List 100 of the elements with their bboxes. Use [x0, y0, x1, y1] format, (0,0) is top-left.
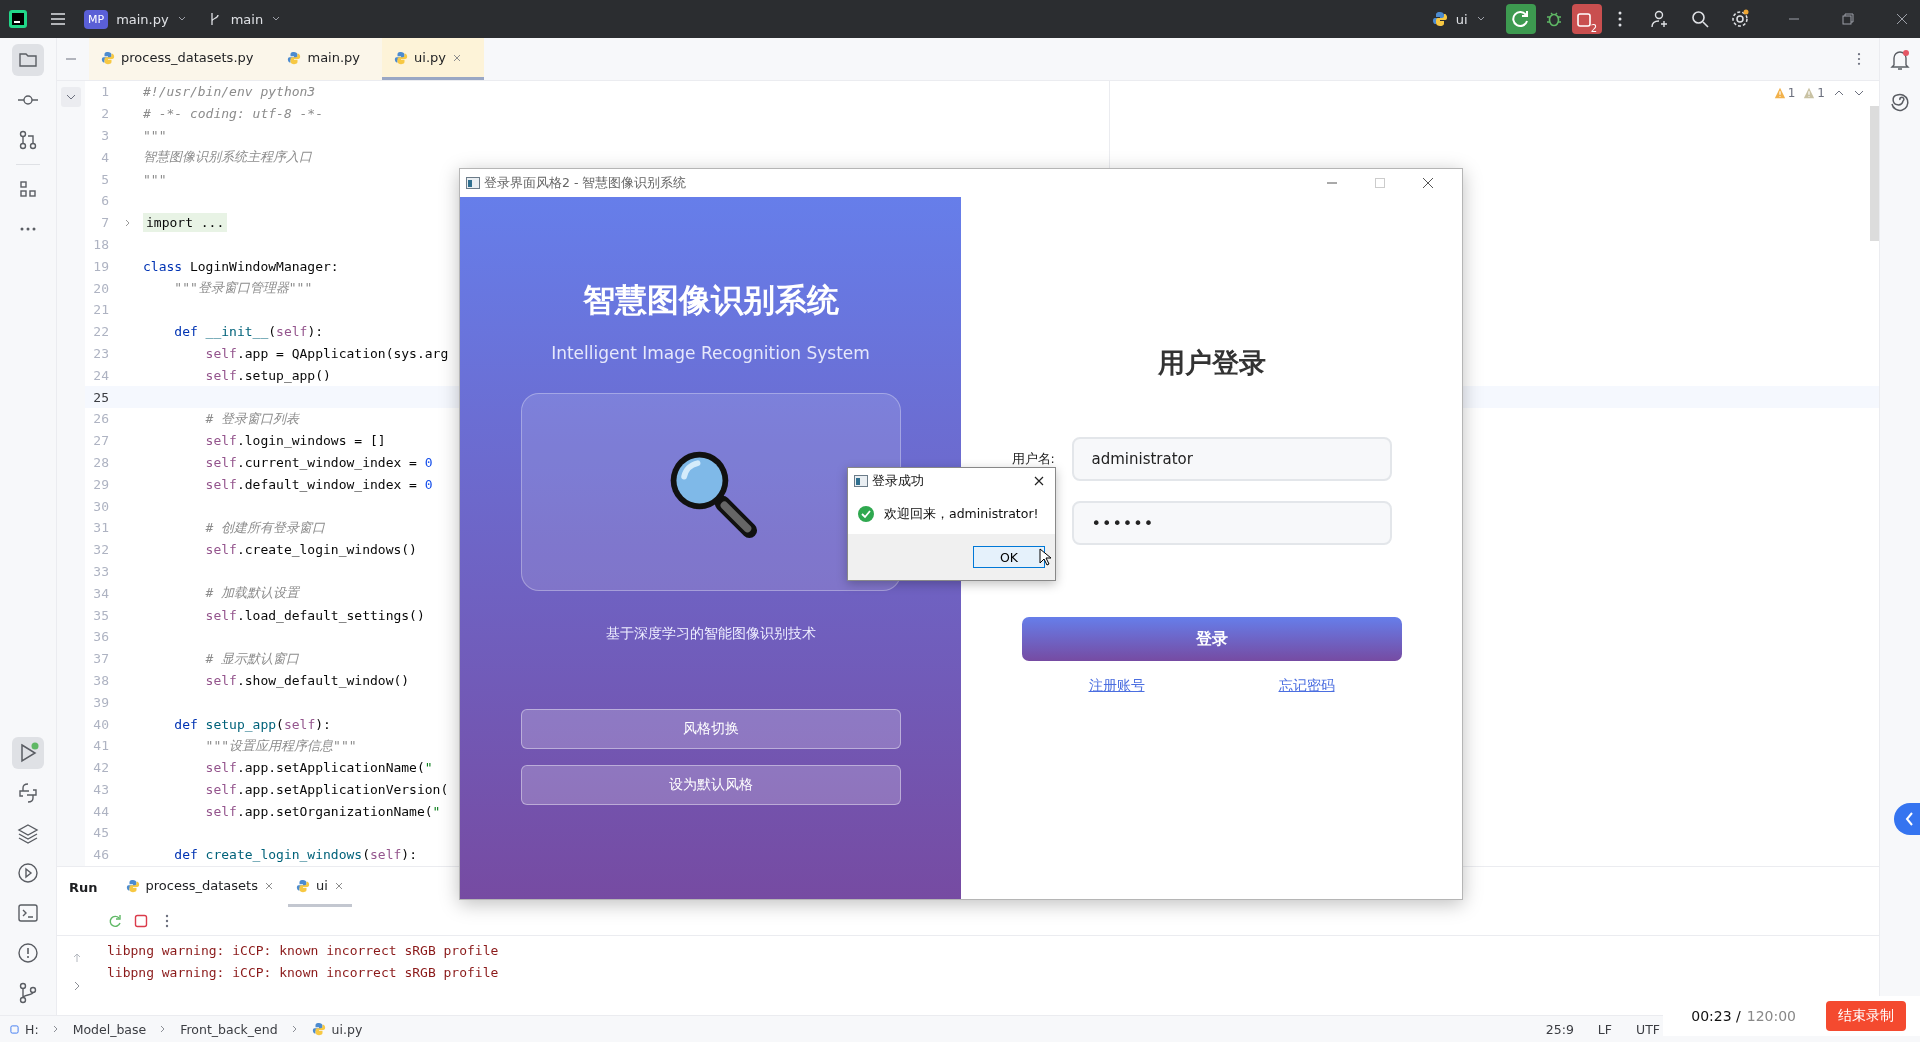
stop-button[interactable]: 2	[1571, 4, 1602, 34]
add-user-icon[interactable]	[1650, 9, 1670, 29]
code-line: self.load_default_settings()	[204, 607, 425, 623]
tagline: 基于深度学习的智能图像识别技术	[605, 625, 816, 643]
brand-title: 智慧图像识别系统	[582, 280, 839, 321]
line-number: 28	[92, 454, 109, 470]
warning-count[interactable]: 1	[1803, 86, 1825, 100]
window-title: 登录界面风格2 - 智慧图像识别系统	[484, 174, 687, 192]
editor-tab[interactable]: process_datasets.py	[89, 38, 276, 80]
breadcrumb[interactable]: Front_back_end	[180, 1021, 278, 1037]
project-selector[interactable]: main.py	[116, 11, 169, 27]
code-line: #!/usr/bin/env python3	[142, 84, 316, 100]
code-line: """设置应用程序信息"""	[204, 736, 357, 755]
code-line: self.current_window_index = 0	[204, 454, 433, 470]
ok-button[interactable]: OK	[973, 546, 1045, 568]
username-field[interactable]: administrator	[1071, 437, 1392, 481]
line-number: 24	[92, 367, 109, 383]
editor-tab[interactable]: main.py	[275, 38, 383, 80]
line-number: 6	[100, 193, 109, 209]
line-ending[interactable]: LF	[1597, 1021, 1612, 1037]
mouse-cursor-icon	[1039, 548, 1051, 566]
python-file-icon	[394, 50, 409, 65]
code-line: # 登录窗口列表	[204, 409, 300, 428]
console-output-line: libpng warning: iCCP: known incorrect sRGB profile	[107, 964, 499, 982]
code-line: self.app.setApplicationVersion(	[204, 781, 449, 797]
folder-icon[interactable]	[12, 44, 44, 76]
code-line: class LoginWindowManager:	[142, 258, 339, 274]
stop-recording-button[interactable]: 结束录制	[1826, 1001, 1906, 1031]
line-number: 43	[92, 781, 109, 797]
line-number: 38	[92, 672, 109, 688]
scrollbar-thumb[interactable]	[1870, 106, 1879, 241]
settings-icon[interactable]	[1730, 9, 1750, 29]
line-number: 33	[92, 563, 109, 579]
code-line: self.show_default_window()	[204, 672, 410, 688]
close-icon[interactable]	[1033, 475, 1045, 487]
line-number: 21	[92, 302, 109, 318]
code-line: """	[142, 171, 167, 187]
password-field[interactable]: ••••••	[1071, 501, 1392, 545]
line-number: 19	[92, 258, 109, 274]
line-number: 23	[92, 345, 109, 361]
project-badge: MP	[84, 9, 109, 29]
code-line: """	[142, 128, 167, 143]
code-line: def setup_app(self):	[173, 716, 331, 732]
python-file-icon	[295, 878, 310, 893]
line-number: 42	[92, 760, 109, 776]
code-line: def __init__(self):	[173, 324, 324, 340]
check-circle-icon	[858, 506, 874, 522]
code-line: """登录窗口管理器"""	[173, 279, 313, 298]
chevron-left-icon[interactable]	[1894, 803, 1920, 835]
line-number: 4	[100, 149, 109, 165]
line-number: 26	[92, 411, 109, 427]
brand-subtitle: Intelligent Image Recognition System	[551, 343, 870, 363]
line-number: 35	[92, 607, 109, 623]
link[interactable]: 忘记密码	[1278, 677, 1335, 695]
editor-tab[interactable]: ui.py	[382, 38, 484, 80]
run-panel-title: Run	[69, 879, 98, 895]
link[interactable]: 注册账号	[1088, 677, 1145, 695]
run-tab[interactable]: process_datasets	[117, 867, 282, 907]
username-label: 用户名:	[1011, 450, 1056, 468]
line-number: 25	[92, 389, 109, 405]
line-number: 22	[92, 324, 109, 340]
line-number: 2	[100, 106, 109, 122]
branch-selector[interactable]: main	[230, 11, 264, 27]
breadcrumb[interactable]: H:	[25, 1021, 39, 1037]
stop-icon[interactable]	[133, 913, 149, 929]
line-number: 30	[92, 498, 109, 514]
code-line: # -*- coding: utf-8 -*-	[142, 106, 323, 122]
total-time: 120:00	[1746, 1008, 1796, 1024]
code-line: self.setup_app()	[204, 367, 331, 383]
python-icon	[1431, 11, 1448, 27]
line-number: 46	[92, 847, 109, 863]
rerun-icon[interactable]	[1505, 4, 1536, 34]
breadcrumb[interactable]: Model_base	[72, 1021, 147, 1037]
search-icon[interactable]	[1690, 9, 1710, 29]
code-line: self.app.setOrganizationName("	[204, 803, 441, 819]
cursor-position[interactable]: 25:9	[1545, 1021, 1574, 1037]
line-number: 7	[100, 215, 109, 231]
run-config-selector[interactable]: ui	[1455, 11, 1468, 27]
run-icon[interactable]	[12, 737, 44, 769]
code-line: self.app.setApplicationName("	[204, 760, 433, 776]
breadcrumb[interactable]: ui.py	[331, 1021, 363, 1037]
python-file-icon	[287, 50, 302, 65]
dialog-title: 登录成功	[872, 472, 924, 490]
warning-count[interactable]: 1	[1773, 86, 1796, 100]
style-button[interactable]: 风格切换	[520, 709, 901, 749]
console-output-line: libpng warning: iCCP: known incorrect sRGB profile	[107, 942, 499, 960]
python-file-icon	[311, 1022, 326, 1036]
style-button[interactable]: 设为默认风格	[520, 765, 901, 805]
login-heading: 用户登录	[1157, 346, 1266, 380]
line-number: 41	[92, 738, 109, 754]
line-number: 39	[92, 694, 109, 710]
login-button[interactable]: 登录	[1021, 617, 1402, 661]
line-number: 31	[92, 520, 109, 536]
code-line: self.login_windows = []	[204, 433, 386, 449]
line-number: 29	[92, 476, 109, 492]
run-tab[interactable]: ui	[287, 867, 352, 907]
code-line: self.create_login_windows()	[204, 542, 417, 558]
app-logo-icon[interactable]	[8, 9, 28, 29]
code-line: # 加载默认设置	[204, 584, 300, 603]
encoding[interactable]: UTF	[1636, 1021, 1660, 1037]
